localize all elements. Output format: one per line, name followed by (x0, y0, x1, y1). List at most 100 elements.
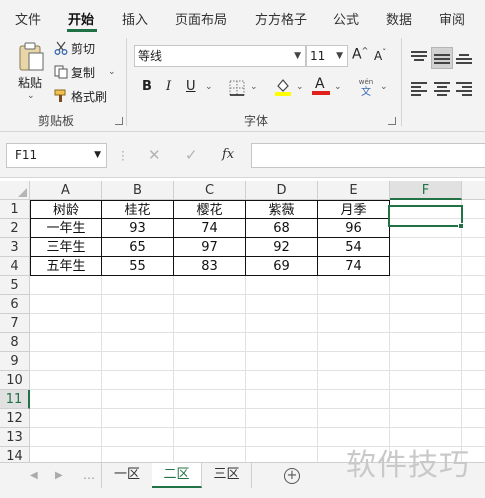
empty-cell[interactable] (30, 390, 102, 409)
empty-cell[interactable] (246, 295, 318, 314)
empty-cell[interactable] (246, 276, 318, 295)
fill-handle[interactable] (458, 223, 464, 229)
chevron-down-icon[interactable]: ⌄ (334, 82, 342, 92)
row-header-10[interactable]: 10 (0, 371, 30, 390)
table-cell[interactable]: 三年生 (30, 238, 102, 257)
empty-cell[interactable] (462, 295, 485, 314)
empty-cell[interactable] (246, 390, 318, 409)
empty-cell[interactable] (30, 314, 102, 333)
more-sheets-icon[interactable]: … (83, 468, 95, 482)
column-header-e[interactable]: E (318, 181, 390, 200)
table-cell[interactable]: 68 (246, 219, 318, 238)
table-cell[interactable]: 69 (246, 257, 318, 276)
empty-cell[interactable] (390, 352, 462, 371)
underline-button[interactable]: U (186, 79, 196, 94)
row-header-13[interactable]: 13 (0, 428, 30, 447)
empty-cell[interactable] (462, 352, 485, 371)
empty-cell[interactable] (318, 333, 390, 352)
column-header-g[interactable] (462, 181, 485, 200)
tab-formulas[interactable]: 公式 (333, 9, 359, 28)
empty-cell[interactable] (246, 371, 318, 390)
row-header-11[interactable]: 11 (0, 390, 30, 409)
row-header-5[interactable]: 5 (0, 276, 30, 295)
empty-cell[interactable] (102, 352, 174, 371)
empty-cell[interactable] (390, 314, 462, 333)
empty-cell[interactable] (390, 409, 462, 428)
empty-cell[interactable] (390, 390, 462, 409)
table-cell[interactable]: 97 (174, 238, 246, 257)
table-cell[interactable]: 74 (318, 257, 390, 276)
empty-cell[interactable] (174, 428, 246, 447)
empty-cell[interactable] (102, 371, 174, 390)
empty-cell[interactable] (102, 314, 174, 333)
next-sheet-icon[interactable]: ▶ (55, 470, 63, 481)
chevron-down-icon[interactable]: ⌄ (108, 67, 116, 77)
column-header-d[interactable]: D (246, 181, 318, 200)
empty-cell[interactable] (174, 447, 246, 462)
table-cell[interactable]: 一年生 (30, 219, 102, 238)
empty-cell[interactable] (318, 295, 390, 314)
row-header-3[interactable]: 3 (0, 238, 30, 257)
tab-data[interactable]: 数据 (386, 9, 412, 28)
table-header-cell[interactable]: 紫薇 (246, 200, 318, 219)
row-header-2[interactable]: 2 (0, 219, 30, 238)
sheet-tab-3[interactable]: 三区 (202, 463, 252, 488)
table-header-cell[interactable]: 树龄 (30, 200, 102, 219)
formula-input[interactable] (251, 143, 485, 168)
align-middle-icon[interactable] (434, 52, 450, 64)
empty-cell[interactable] (390, 333, 462, 352)
tab-file[interactable]: 文件 (15, 9, 41, 28)
empty-cell[interactable] (30, 409, 102, 428)
sheet-tab-2[interactable]: 二区 (152, 463, 202, 488)
chevron-down-icon[interactable]: ⌄ (380, 82, 388, 92)
empty-cell[interactable] (102, 333, 174, 352)
table-cell[interactable]: 65 (102, 238, 174, 257)
row-header-6[interactable]: 6 (0, 295, 30, 314)
table-header-cell[interactable]: 月季 (318, 200, 390, 219)
empty-cell[interactable] (102, 447, 174, 462)
copy-button[interactable]: 复制 ⌄ (54, 63, 116, 81)
row-header-4[interactable]: 4 (0, 257, 30, 276)
grow-font-button[interactable]: A^ (352, 46, 368, 63)
insert-function-button[interactable]: fx (222, 147, 234, 162)
table-cell[interactable]: 55 (102, 257, 174, 276)
empty-cell[interactable] (462, 219, 485, 238)
prev-sheet-icon[interactable]: ◀ (30, 470, 38, 481)
empty-cell[interactable] (102, 295, 174, 314)
row-header-1[interactable]: 1 (0, 200, 30, 219)
formula-bar-grip[interactable]: · · · (121, 146, 125, 166)
table-cell[interactable]: 93 (102, 219, 174, 238)
empty-cell[interactable] (174, 371, 246, 390)
empty-cell[interactable] (462, 200, 485, 219)
chevron-down-icon[interactable]: ⌄ (296, 82, 304, 92)
tab-page-layout[interactable]: 页面布局 (175, 9, 227, 28)
format-painter-button[interactable]: 格式刷 (54, 87, 107, 105)
sheet-tab-1[interactable]: 一区 (101, 463, 153, 488)
empty-cell[interactable] (30, 295, 102, 314)
empty-cell[interactable] (390, 371, 462, 390)
align-center-icon[interactable] (434, 82, 450, 96)
tab-fangfang-gezi[interactable]: 方方格子 (255, 9, 307, 28)
empty-cell[interactable] (174, 409, 246, 428)
empty-cell[interactable] (102, 409, 174, 428)
empty-cell[interactable] (462, 257, 485, 276)
empty-cell[interactable] (246, 409, 318, 428)
empty-cell[interactable] (174, 352, 246, 371)
phonetic-guide-button[interactable]: wén 文 (356, 78, 376, 100)
clipboard-launcher-icon[interactable] (115, 117, 123, 125)
empty-cell[interactable] (462, 333, 485, 352)
table-cell[interactable]: 54 (318, 238, 390, 257)
empty-cell[interactable] (174, 333, 246, 352)
align-left-icon[interactable] (411, 82, 427, 96)
empty-cell[interactable] (462, 371, 485, 390)
name-box[interactable]: F11 ▼ (6, 143, 107, 168)
tab-home[interactable]: 开始 (68, 9, 94, 28)
empty-cell[interactable] (30, 352, 102, 371)
empty-cell[interactable] (462, 314, 485, 333)
empty-cell[interactable] (246, 352, 318, 371)
empty-cell[interactable] (102, 428, 174, 447)
row-header-12[interactable]: 12 (0, 409, 30, 428)
confirm-icon[interactable]: ✓ (185, 146, 198, 164)
column-header-f[interactable]: F (390, 181, 462, 200)
add-sheet-button[interactable]: + (284, 468, 300, 484)
